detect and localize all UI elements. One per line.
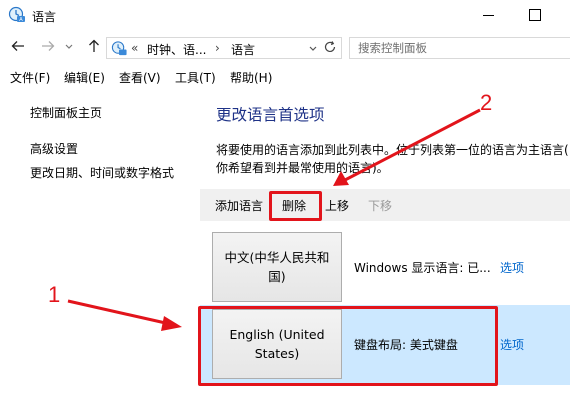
annotation-arrow-2 bbox=[333, 108, 481, 186]
annotation-arrow-1 bbox=[67, 299, 182, 331]
annotation-arrows bbox=[67, 108, 481, 331]
